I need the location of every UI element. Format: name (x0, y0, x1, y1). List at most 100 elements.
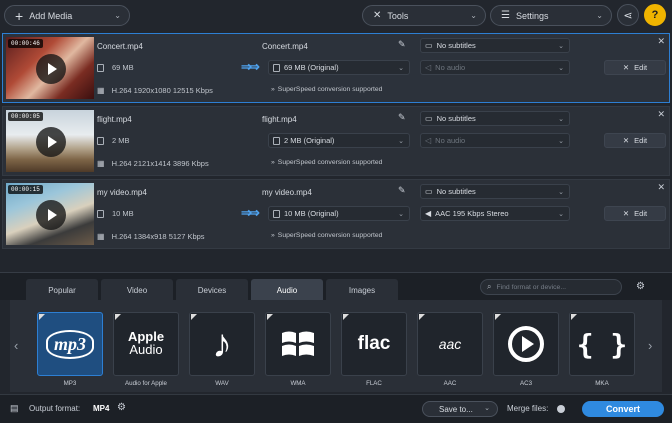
file-row[interactable]: 00:00:05 flight.mp4 2 MB ▦ H.264 2121x14… (2, 106, 670, 176)
settings-icon: ☰ (501, 10, 510, 21)
format-wma[interactable] (265, 312, 331, 376)
audio-text: No audio (435, 136, 466, 145)
edit-button[interactable]: ✕ Edit (604, 60, 666, 75)
search-icon: ⌕ (487, 282, 492, 291)
duration-badge: 00:00:05 (8, 112, 43, 121)
output-format-value[interactable]: MP4 (93, 404, 109, 413)
subtitles-text: No subtitles (436, 41, 476, 50)
source-video-info: ▦ H.264 1920x1080 12515 Kbps (97, 86, 213, 95)
mp3-icon: mp3 (45, 329, 94, 359)
edit-label: Edit (634, 136, 648, 145)
format-label: AAC (443, 380, 457, 387)
edit-button[interactable]: ✕ Edit (604, 206, 666, 221)
save-to-button[interactable]: Save to... ⌄ (422, 401, 498, 417)
output-file-name[interactable]: flight.mp4 (262, 115, 297, 124)
format-label: WMA (290, 380, 306, 387)
source-info-text: H.264 1384x918 5127 Kbps (111, 232, 205, 241)
chevron-right-icon[interactable]: › (648, 338, 652, 353)
chevron-down-icon: ⌄ (470, 11, 477, 20)
tools-button[interactable]: ✕ Tools ⌄ (362, 5, 486, 26)
remove-file-button[interactable]: ✕ (657, 182, 665, 193)
superspeed-icon: » (271, 232, 275, 239)
corner-marker (267, 314, 273, 320)
subtitles-icon: ▭ (425, 41, 433, 50)
ac3-icon (508, 326, 544, 362)
flac-icon: flac (357, 333, 391, 354)
tab-popular[interactable]: Popular (26, 279, 98, 301)
audio-select[interactable]: ◁ No audio ⌄ (420, 60, 570, 75)
speaker-icon: ◀ (425, 209, 432, 218)
film-icon: ▦ (97, 159, 105, 168)
format-grid: ‹ mp3 MP3 Apple Audio Audio for Apple ♪ … (10, 300, 662, 392)
chevron-down-icon: ⌄ (596, 11, 603, 20)
source-file-size: 69 MB (97, 63, 134, 72)
tab-video[interactable]: Video (101, 279, 173, 301)
video-thumbnail[interactable]: 00:00:46 (6, 37, 94, 99)
speaker-icon: ◁ (425, 136, 432, 145)
file-row[interactable]: 00:00:15 my video.mp4 10 MB ▦ H.264 1384… (2, 179, 670, 249)
superspeed-note: » SuperSpeed conversion supported (271, 159, 382, 166)
file-row[interactable]: 00:00:46 Concert.mp4 69 MB ▦ H.264 1920x… (2, 33, 670, 103)
format-label: MP3 (63, 380, 77, 387)
corner-marker (39, 314, 45, 320)
format-aac[interactable]: aac (417, 312, 483, 376)
format-mp3[interactable]: mp3 (37, 312, 103, 376)
play-icon[interactable] (36, 127, 66, 157)
file-icon (97, 136, 104, 145)
convert-button[interactable]: Convert (582, 401, 664, 417)
output-file-name[interactable]: Concert.mp4 (262, 42, 308, 51)
pencil-icon[interactable]: ✎ (398, 39, 406, 50)
edit-label: Edit (634, 209, 648, 218)
audio-text: No audio (435, 63, 466, 72)
subtitles-select[interactable]: ▭ No subtitles ⌄ (420, 111, 570, 126)
edit-button[interactable]: ✕ Edit (604, 133, 666, 148)
video-thumbnail[interactable]: 00:00:05 (6, 110, 94, 172)
output-size-select[interactable]: 10 MB (Original) ⌄ (268, 206, 410, 221)
tab-devices[interactable]: Devices (176, 279, 248, 301)
format-ac3[interactable] (493, 312, 559, 376)
edit-label: Edit (634, 63, 648, 72)
tools-label: Tools (387, 10, 409, 21)
format-flac[interactable]: flac (341, 312, 407, 376)
convert-arrow-icon: ⇒⇒ (241, 59, 260, 74)
output-size-select[interactable]: 2 MB (Original) ⌄ (268, 133, 410, 148)
source-video-info: ▦ H.264 1384x918 5127 Kbps (97, 232, 205, 241)
output-file-name[interactable]: my video.mp4 (262, 188, 312, 197)
play-icon[interactable] (36, 54, 66, 84)
output-settings-icon[interactable]: ⚙ (117, 402, 126, 413)
chevron-left-icon[interactable]: ‹ (14, 338, 18, 353)
format-settings-icon[interactable]: ⚙ (636, 281, 645, 292)
video-thumbnail[interactable]: 00:00:15 (6, 183, 94, 245)
remove-file-button[interactable]: ✕ (657, 109, 665, 120)
play-icon[interactable] (36, 200, 66, 230)
format-wav[interactable]: ♪ (189, 312, 255, 376)
add-media-button[interactable]: + Add Media ⌄ (4, 5, 130, 26)
edit-tools-icon: ✕ (622, 136, 630, 145)
remove-file-button[interactable]: ✕ (657, 36, 665, 47)
format-mka[interactable]: { } (569, 312, 635, 376)
source-file-size: 2 MB (97, 136, 130, 145)
pencil-icon[interactable]: ✎ (398, 112, 406, 123)
music-note-icon: ♪ (212, 322, 232, 366)
help-button[interactable]: ? (644, 4, 666, 26)
settings-button[interactable]: ☰ Settings ⌄ (490, 5, 612, 26)
pencil-icon[interactable]: ✎ (398, 185, 406, 196)
help-icon: ? (651, 9, 659, 21)
audio-select[interactable]: ◀ AAC 195 Kbps Stereo ⌄ (420, 206, 570, 221)
convert-arrow-icon: ⇒⇒ (241, 205, 260, 220)
file-icon (273, 63, 280, 72)
share-button[interactable]: ⋖ (617, 4, 639, 26)
audio-select[interactable]: ◁ No audio ⌄ (420, 133, 570, 148)
output-size-select[interactable]: 69 MB (Original) ⌄ (268, 60, 410, 75)
chevron-down-icon: ⌄ (398, 211, 404, 218)
tab-audio[interactable]: Audio (251, 279, 323, 301)
subtitles-select[interactable]: ▭ No subtitles ⌄ (420, 38, 570, 53)
tab-images[interactable]: Images (326, 279, 398, 301)
audio-text: AAC 195 Kbps Stereo (435, 209, 509, 218)
chevron-down-icon: ⌄ (558, 43, 564, 50)
subtitles-select[interactable]: ▭ No subtitles ⌄ (420, 184, 570, 199)
format-search-input[interactable]: ⌕ Find format or device... (480, 279, 622, 295)
format-audio-for-apple[interactable]: Apple Audio (113, 312, 179, 376)
duration-badge: 00:00:46 (8, 39, 43, 48)
merge-files-toggle[interactable] (557, 405, 565, 413)
